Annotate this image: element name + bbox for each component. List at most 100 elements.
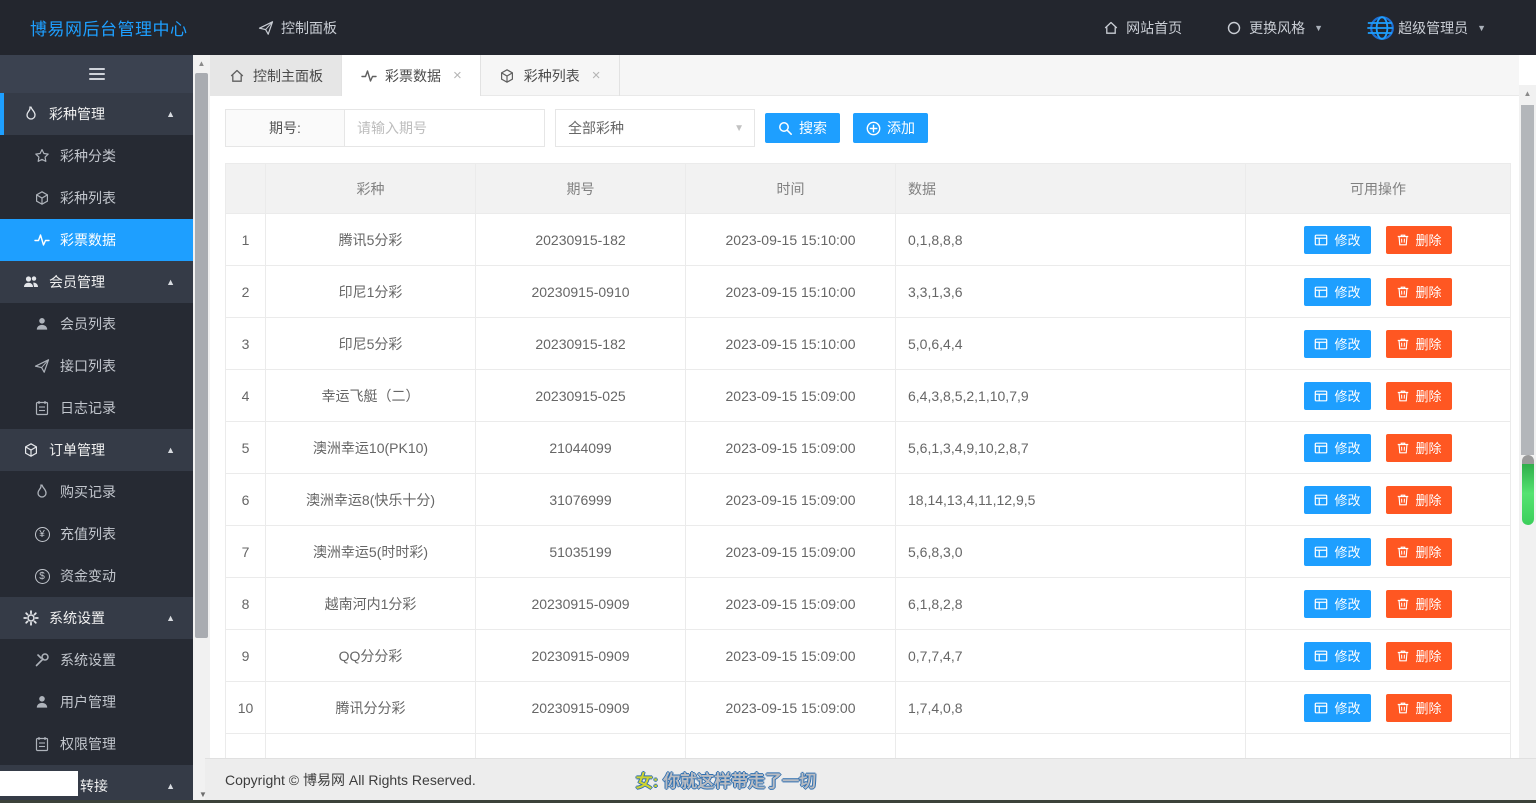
sidebar-collapse-button[interactable] (0, 55, 193, 93)
column-header: 数据 (896, 164, 1246, 214)
circle-icon (1226, 20, 1242, 36)
add-button[interactable]: 添加 (853, 113, 928, 143)
marquee-text: 女: 你就这样带走了一切 (636, 767, 816, 792)
caret-up-icon: ▲ (166, 109, 175, 119)
trash-icon (1396, 233, 1410, 247)
close-icon[interactable]: × (592, 67, 601, 84)
delete-button[interactable]: 删除 (1386, 382, 1452, 410)
home-icon (1103, 20, 1119, 36)
delete-button[interactable]: 删除 (1386, 226, 1452, 254)
table-row: 8越南河内1分彩20230915-09092023-09-15 15:09:00… (226, 578, 1511, 630)
issue-input-group: 期号: (225, 109, 545, 147)
send-icon (258, 20, 274, 36)
scroll-down-icon[interactable]: ▼ (196, 790, 210, 799)
row-actions: 修改删除 (1246, 526, 1511, 578)
table-row: 3印尼5分彩20230915-1822023-09-15 15:10:005,0… (226, 318, 1511, 370)
tab-控制主面板[interactable]: 控制主面板 (210, 55, 342, 96)
header-nav-item[interactable]: 控制面板 (240, 0, 355, 55)
edit-button[interactable]: 修改 (1304, 642, 1370, 670)
sidebar-item-订单管理[interactable]: 订单管理▲ (0, 429, 193, 471)
select-value: 全部彩种 (568, 118, 624, 138)
delete-button[interactable]: 删除 (1386, 434, 1452, 462)
row-index: 8 (226, 578, 266, 630)
delete-button[interactable]: 删除 (1386, 278, 1452, 306)
header-right-item[interactable]: 更换风格▼ (1204, 0, 1345, 55)
sidebar-item-彩种分类[interactable]: 彩种分类 (0, 135, 193, 177)
window-icon (1314, 233, 1328, 247)
edit-button[interactable]: 修改 (1304, 486, 1370, 514)
tools-icon (33, 652, 51, 668)
delete-button[interactable]: 删除 (1386, 590, 1452, 618)
search-button[interactable]: 搜索 (765, 113, 840, 143)
sidebar-item-会员管理[interactable]: 会员管理▲ (0, 261, 193, 303)
sidebar-item-系统设置[interactable]: 系统设置▲ (0, 597, 193, 639)
scroll-up-icon[interactable]: ▲ (1519, 87, 1536, 101)
header-right-item[interactable]: 网站首页 (1081, 0, 1204, 55)
yen-circle-icon: ¥ (35, 527, 50, 542)
scrollbar-thumb[interactable] (1521, 105, 1534, 455)
table-row: 7澳洲幸运5(时时彩)510351992023-09-15 15:09:005,… (226, 526, 1511, 578)
trash-icon (1396, 597, 1410, 611)
content-scrollbar[interactable]: ▲ (1519, 85, 1536, 758)
row-index: 6 (226, 474, 266, 526)
sidebar-item-充值列表[interactable]: ¥充值列表 (0, 513, 193, 555)
trash-icon (1396, 441, 1410, 455)
sidebar-item-彩种管理[interactable]: 彩种管理▲ (0, 93, 193, 135)
sidebar-scrollbar[interactable]: ▲ (193, 55, 210, 803)
star-icon (33, 148, 51, 164)
sidebar-item-资金变动[interactable]: $资金变动 (0, 555, 193, 597)
window-icon (1314, 441, 1328, 455)
edit-button[interactable]: 修改 (1304, 694, 1370, 722)
edit-button[interactable]: 修改 (1304, 538, 1370, 566)
sidebar-item-日志记录[interactable]: 日志记录 (0, 387, 193, 429)
sidebar-item-权限管理[interactable]: 权限管理 (0, 723, 193, 765)
sidebar-item-接口列表[interactable]: 接口列表 (0, 345, 193, 387)
lottery-data-table: 彩种期号时间数据可用操作1腾讯5分彩20230915-1822023-09-15… (225, 163, 1511, 758)
tab-彩种列表[interactable]: 彩种列表× (481, 55, 620, 96)
hamburger-icon (88, 67, 106, 81)
row-index: 1 (226, 214, 266, 266)
sidebar-item-购买记录[interactable]: 购买记录 (0, 471, 193, 513)
delete-button[interactable]: 删除 (1386, 330, 1452, 358)
sidebar-item-彩种列表[interactable]: 彩种列表 (0, 177, 193, 219)
sidebar-item-会员列表[interactable]: 会员列表 (0, 303, 193, 345)
edit-button[interactable]: 修改 (1304, 434, 1370, 462)
scroll-up-icon[interactable]: ▲ (193, 57, 210, 71)
draw-time: 2023-09-15 15:10:00 (686, 266, 896, 318)
app-title[interactable]: 博易网后台管理中心 (0, 15, 240, 40)
edit-button[interactable]: 修改 (1304, 382, 1370, 410)
edit-button[interactable]: 修改 (1304, 278, 1370, 306)
delete-button[interactable]: 删除 (1386, 694, 1452, 722)
caret-down-icon: ▼ (1477, 23, 1486, 33)
column-header: 期号 (476, 164, 686, 214)
sidebar-item-系统设置[interactable]: 系统设置 (0, 639, 193, 681)
scrollbar-thumb[interactable] (195, 73, 208, 638)
filter-bar: 期号: 全部彩种 ▼ 搜索 添加 (225, 109, 1519, 147)
delete-button[interactable]: 删除 (1386, 538, 1452, 566)
window-icon (1314, 493, 1328, 507)
row-index: 10 (226, 682, 266, 734)
draw-time: 2023-09-15 15:09:00 (686, 370, 896, 422)
edit-button[interactable]: 修改 (1304, 226, 1370, 254)
lottery-type-select[interactable]: 全部彩种 ▼ (555, 109, 755, 147)
edit-button[interactable]: 修改 (1304, 330, 1370, 358)
tab-彩票数据[interactable]: 彩票数据× (342, 55, 481, 96)
lottery-name: 越南河内1分彩 (266, 578, 476, 630)
custom-scrollbar-thumb[interactable] (1522, 455, 1534, 525)
draw-numbers: 5,6,1,3,4,9,10,2,8,7 (896, 422, 1246, 474)
edit-button[interactable]: 修改 (1304, 590, 1370, 618)
home-icon (228, 68, 245, 84)
delete-button[interactable]: 删除 (1386, 486, 1452, 514)
close-icon[interactable]: × (453, 67, 462, 84)
delete-button[interactable]: 删除 (1386, 642, 1452, 670)
header-right-item[interactable]: 超级管理员▼ (1345, 0, 1508, 55)
draw-numbers: 0,7,7,4,7 (896, 630, 1246, 682)
sidebar-item-用户管理[interactable]: 用户管理 (0, 681, 193, 723)
issue-input[interactable] (345, 110, 544, 146)
draw-time: 2023-09-15 15:09:00 (686, 682, 896, 734)
draw-time: 2023-09-15 15:09:00 (686, 630, 896, 682)
caret-up-icon: ▲ (166, 781, 175, 791)
table-row: 5澳洲幸运10(PK10)210440992023-09-15 15:09:00… (226, 422, 1511, 474)
sidebar-item-彩票数据[interactable]: 彩票数据 (0, 219, 193, 261)
dollar-icon: $ (33, 568, 51, 584)
